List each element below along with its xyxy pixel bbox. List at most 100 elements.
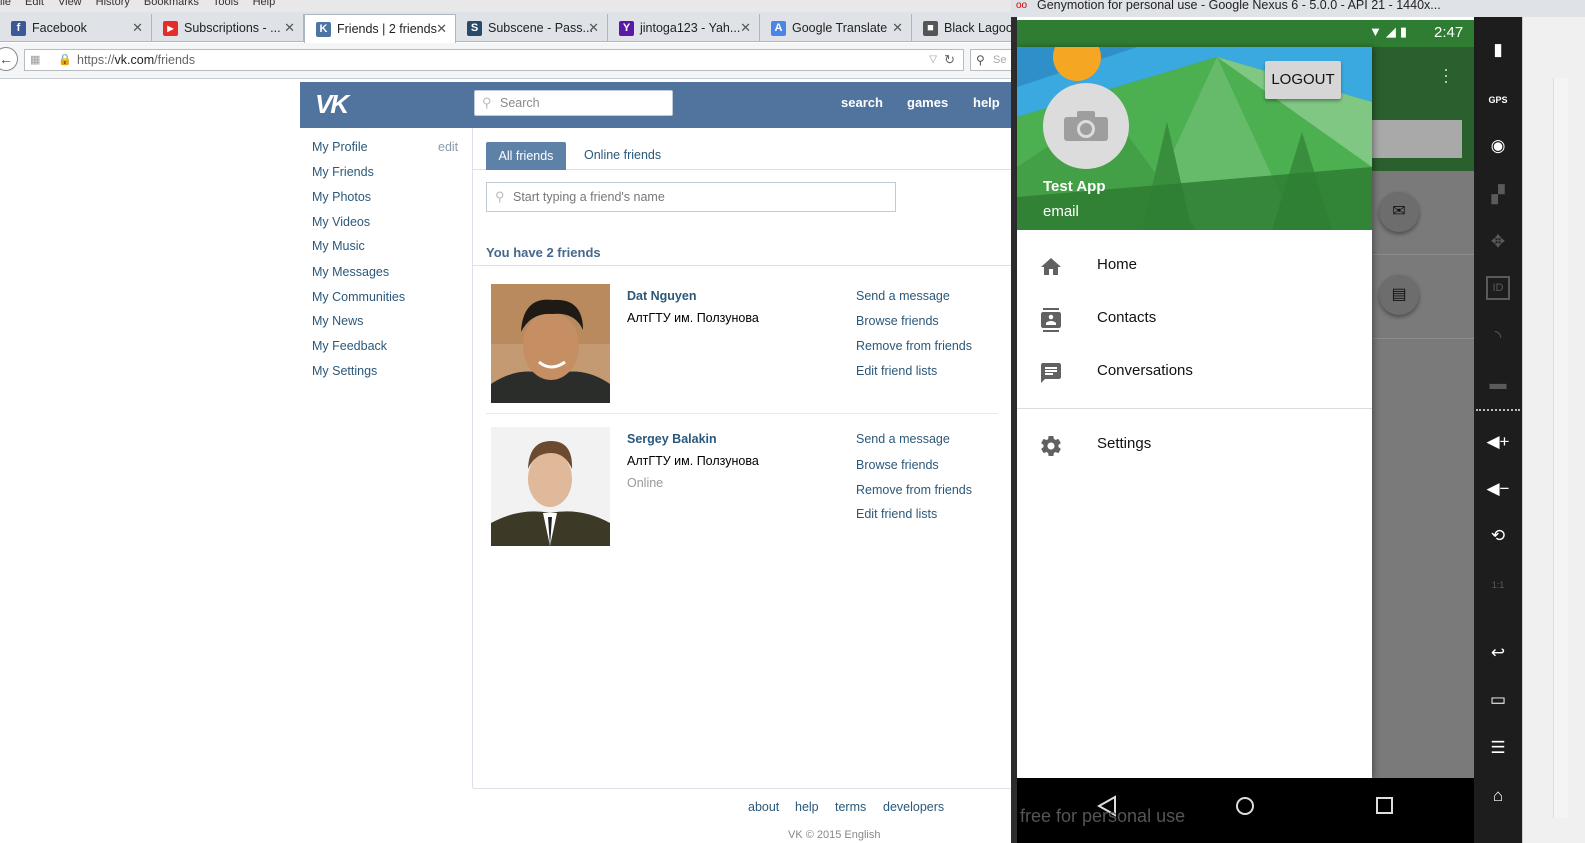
chat-icon[interactable]: ▤ (1379, 275, 1419, 315)
left-menu-my-settings[interactable]: My Settings (312, 364, 377, 378)
dropdown-icon[interactable]: ▽ (929, 50, 937, 70)
footer-link-help[interactable]: help (795, 800, 819, 814)
menu-history[interactable]: History (96, 0, 130, 8)
footer-link-about[interactable]: about (748, 800, 779, 814)
divider (1372, 254, 1474, 255)
drawer-item-home[interactable]: Home (1017, 240, 1372, 293)
menu-view[interactable]: View (58, 0, 82, 8)
close-icon[interactable]: ✕ (892, 14, 903, 42)
left-menu-my-feedback[interactable]: My Feedback (312, 339, 387, 353)
recents-icon[interactable] (1375, 796, 1395, 816)
remove-from-friends-link[interactable]: Remove from friends (856, 339, 972, 353)
menu-file[interactable]: ile (0, 0, 11, 8)
menu-edit[interactable]: Edit (25, 0, 44, 8)
gps-icon[interactable]: GPS (1484, 86, 1512, 114)
browser-tab-google-translate[interactable]: A Google Translate ✕ (760, 14, 912, 42)
left-menu-my-communities[interactable]: My Communities (312, 290, 405, 304)
close-icon[interactable]: ✕ (284, 14, 295, 42)
friend-name[interactable]: Dat Nguyen (627, 289, 696, 303)
app-input-field[interactable] (1372, 120, 1462, 158)
browser-tab-vk-friends[interactable]: K Friends | 2 friends ✕ (304, 14, 456, 43)
tab-all-friends[interactable]: All friends (486, 142, 566, 170)
remove-from-friends-link[interactable]: Remove from friends (856, 483, 972, 497)
subscene-icon: S (467, 21, 482, 36)
vk-icon: K (316, 22, 331, 37)
close-icon[interactable]: ✕ (740, 14, 751, 42)
footer-link-terms[interactable]: terms (835, 800, 866, 814)
browser-search-placeholder: Se (993, 54, 1007, 66)
remote-control-icon: ✥ (1490, 232, 1506, 251)
header-link-search[interactable]: search (841, 95, 883, 110)
footer-divider (473, 788, 1015, 789)
left-menu-my-news[interactable]: My News (312, 314, 363, 328)
scrollbar[interactable] (1553, 78, 1568, 818)
recent-apps-icon[interactable]: ▭ (1484, 686, 1512, 714)
browser-tab-yahoo[interactable]: Y jintoga123 - Yah... ✕ (608, 14, 760, 42)
volume-up-icon[interactable]: ◀+ (1484, 428, 1512, 456)
browse-friends-link[interactable]: Browse friends (856, 458, 939, 472)
left-menu-my-photos[interactable]: My Photos (312, 190, 371, 204)
browse-friends-link[interactable]: Browse friends (856, 314, 939, 328)
status-time: 2:47 (1434, 24, 1464, 41)
browser-search-input[interactable]: ⚲ Se (970, 49, 1015, 71)
rotate-icon[interactable]: ⟲ (1484, 522, 1512, 550)
overflow-menu-icon[interactable]: · · · (1441, 60, 1451, 90)
browser-tab-facebook[interactable]: f Facebook ✕ (0, 14, 152, 42)
close-icon[interactable]: ✕ (436, 15, 447, 43)
logout-button[interactable]: LOGOUT (1265, 61, 1341, 99)
page-info-icon[interactable]: ▦ (30, 50, 40, 70)
left-menu-my-messages[interactable]: My Messages (312, 265, 389, 279)
edit-profile-link[interactable]: edit (438, 140, 458, 154)
menu-icon[interactable]: ☰ (1484, 734, 1512, 762)
send-message-link[interactable]: Send a message (856, 289, 950, 303)
pixel-perfect-icon: 1:1 (1491, 580, 1505, 590)
footer-link-developers[interactable]: developers (883, 800, 944, 814)
url-bar[interactable]: ▦ 🔒 https://vk.com/friends ▽ ↻ (24, 49, 964, 71)
friend-photo-sergey-balakin[interactable] (491, 427, 610, 546)
header-link-games[interactable]: games (907, 95, 948, 110)
vk-logo-icon[interactable]: VK (314, 89, 358, 119)
battery-icon[interactable]: ▮ (1484, 36, 1512, 64)
browser-menubar: ile Edit View History Bookmarks Tools Help (0, 0, 1015, 12)
browser-tab-black-lagoon[interactable]: ■ Black Lagoon (912, 14, 1015, 42)
friend-search-input[interactable]: ⚲ Start typing a friend's name (486, 182, 896, 212)
drawer-item-label: Contacts (1097, 309, 1157, 326)
send-message-link[interactable]: Send a message (856, 432, 950, 446)
translate-icon: A (771, 21, 786, 36)
home-circle-icon[interactable] (1234, 795, 1256, 817)
close-icon[interactable]: ✕ (588, 14, 599, 42)
header-link-help[interactable]: help (973, 95, 1000, 110)
drawer-item-label: Home (1097, 256, 1138, 273)
friend-photo-dat-nguyen[interactable] (491, 284, 610, 403)
search-icon: ⚲ (495, 189, 505, 204)
menu-help[interactable]: Help (253, 0, 276, 8)
email-icon[interactable]: ✉ (1379, 192, 1419, 232)
friend-name[interactable]: Sergey Balakin (627, 432, 717, 446)
drawer-item-conversations[interactable]: Conversations (1017, 346, 1372, 399)
wifi-signal-battery-icons: ▼◢▮ (1369, 24, 1412, 39)
browser-tab-subscene[interactable]: S Subscene - Pass... ✕ (456, 14, 608, 42)
drawer-item-settings[interactable]: Settings (1017, 419, 1372, 472)
reload-icon[interactable]: ↻ (944, 50, 955, 70)
drawer-item-contacts[interactable]: Contacts (1017, 293, 1372, 346)
drawer-item-label: Conversations (1097, 362, 1193, 379)
edit-friend-lists-link[interactable]: Edit friend lists (856, 507, 937, 521)
close-icon[interactable]: ✕ (132, 14, 143, 42)
home-icon[interactable]: ⌂ (1484, 782, 1512, 810)
left-menu-my-profile[interactable]: My Profile (312, 140, 368, 154)
left-menu-my-friends[interactable]: My Friends (312, 165, 374, 179)
edit-friend-lists-link[interactable]: Edit friend lists (856, 364, 937, 378)
webcam-icon[interactable]: ◉ (1484, 132, 1512, 160)
tab-online-friends[interactable]: Online friends (584, 148, 661, 162)
left-menu-my-music[interactable]: My Music (312, 239, 365, 253)
volume-down-icon[interactable]: ◀− (1484, 475, 1512, 503)
back-arrow-icon[interactable]: ↩ (1484, 639, 1512, 667)
left-menu-my-videos[interactable]: My Videos (312, 215, 370, 229)
vk-search-input[interactable]: ⚲ Search (474, 90, 673, 116)
device-id-icon: ID (1486, 276, 1510, 300)
sms-icon: ▬ (1489, 374, 1507, 393)
menu-bookmarks[interactable]: Bookmarks (144, 0, 199, 8)
drawer-divider (1017, 408, 1372, 409)
browser-tab-youtube[interactable]: ▶ Subscriptions - ... ✕ (152, 14, 304, 42)
menu-tools[interactable]: Tools (213, 0, 239, 8)
